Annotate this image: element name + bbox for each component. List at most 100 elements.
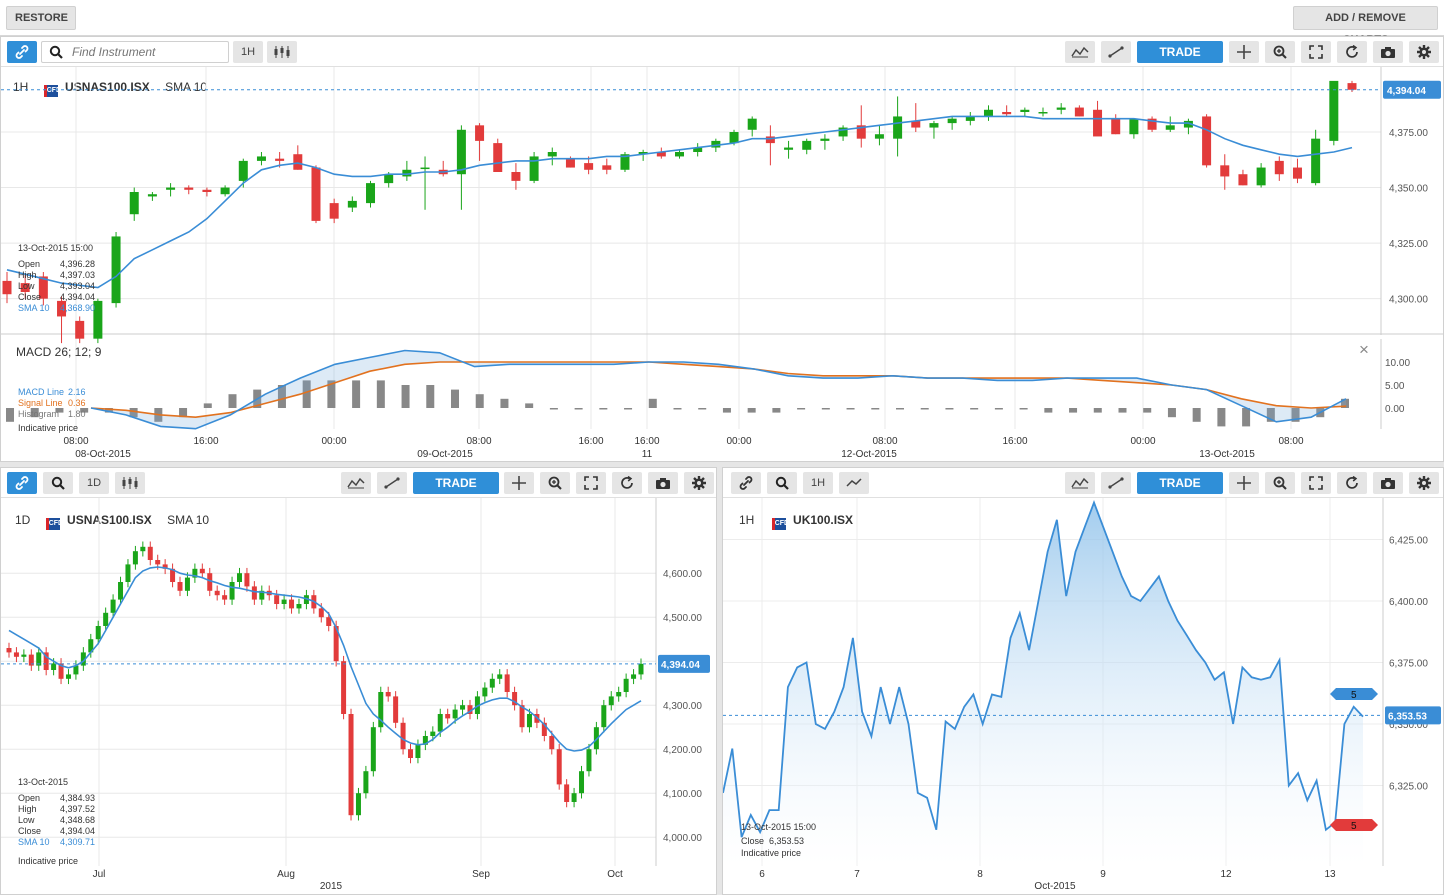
gear-icon — [1417, 45, 1431, 59]
settings-button[interactable] — [684, 472, 714, 494]
interval-button[interactable]: 1H — [803, 472, 833, 494]
bottom-right-price-chart[interactable]: 6,425.006,400.006,375.006,350.006,325.00… — [723, 498, 1444, 895]
info-open: 4,384.93 — [60, 793, 96, 803]
link-icon — [15, 476, 29, 490]
histogram-bar — [1167, 408, 1176, 418]
candle-body — [251, 586, 257, 600]
candle-body — [132, 551, 138, 565]
macd-y-tick-label: 5.00 — [1385, 381, 1405, 392]
link-button[interactable] — [7, 472, 37, 494]
histogram-bar — [426, 385, 435, 408]
candle-body — [385, 692, 391, 697]
search-input[interactable] — [72, 44, 222, 60]
info-open: 4,396.28 — [60, 259, 96, 269]
x-axis-label: Oct — [607, 869, 623, 880]
x-axis-label: 8 — [977, 869, 983, 880]
interval-button[interactable]: 1H — [233, 41, 263, 63]
refresh-button[interactable] — [1337, 41, 1367, 63]
restore-button[interactable]: RESTORE — [6, 6, 76, 30]
fullscreen-button[interactable] — [1301, 472, 1331, 494]
histogram-bar — [648, 398, 657, 408]
y-tick-label: 6,425.00 — [1389, 536, 1428, 547]
screenshot-button[interactable] — [1373, 41, 1403, 63]
x-axis-label: 6 — [759, 869, 765, 880]
candle-body — [184, 577, 190, 591]
buy-badge: 5 — [1351, 690, 1357, 701]
draw-line-button[interactable] — [377, 472, 407, 494]
indicators-button[interactable] — [1065, 41, 1095, 63]
draw-line-button[interactable] — [1101, 472, 1131, 494]
histogram-label: Histogram — [18, 409, 60, 419]
indicators-button[interactable] — [1065, 472, 1095, 494]
search-button[interactable] — [767, 472, 797, 494]
trade-button[interactable]: TRADE — [1137, 472, 1223, 494]
link-button[interactable] — [731, 472, 761, 494]
candle-body — [452, 709, 458, 719]
trade-button[interactable]: TRADE — [1137, 41, 1223, 63]
histogram-bar — [1118, 408, 1127, 413]
histogram-bar — [6, 408, 14, 422]
candle-body — [147, 194, 157, 197]
candle-body — [586, 749, 592, 772]
interval-button[interactable]: 1D — [79, 472, 109, 494]
add-remove-charts-button[interactable]: ADD / REMOVE CHARTS — [1293, 6, 1438, 46]
candle-body — [75, 320, 85, 339]
search-button[interactable] — [43, 472, 73, 494]
zoom-button[interactable] — [540, 472, 570, 494]
zoom-button[interactable] — [1265, 472, 1295, 494]
indicative-label: Indicative price — [741, 848, 802, 858]
chart-type-button[interactable] — [267, 41, 297, 63]
find-instrument-search[interactable] — [41, 41, 229, 63]
expand-icon — [1309, 476, 1323, 490]
screenshot-button[interactable] — [648, 472, 678, 494]
candle-body — [445, 714, 451, 719]
crosshair-icon — [1237, 45, 1251, 59]
candle-body — [155, 560, 161, 565]
x-time-label: 08:00 — [872, 436, 897, 447]
candle-body — [370, 727, 376, 772]
crosshair-button[interactable] — [1229, 472, 1259, 494]
x-time-label: 00:00 — [1130, 436, 1155, 447]
top-price-chart[interactable]: 4,375.00 4,350.00 4,325.00 4,300.00 4,394.04… — [1, 67, 1444, 462]
y-tick-label: 4,000.00 — [663, 833, 702, 844]
histogram-bar — [1242, 408, 1251, 427]
macd-close-icon[interactable]: × — [1359, 340, 1369, 360]
chart-type-button[interactable] — [115, 472, 145, 494]
zoom-in-icon — [1273, 45, 1287, 59]
bottom-left-price-chart[interactable]: 4,600.004,500.004,400.004,300.004,200.00… — [1, 498, 717, 895]
refresh-button[interactable] — [1337, 472, 1367, 494]
chart-type-button[interactable] — [839, 472, 869, 494]
expand-icon — [1309, 45, 1323, 59]
trade-button[interactable]: TRADE — [413, 472, 499, 494]
crosshair-button[interactable] — [504, 472, 534, 494]
x-time-label: 00:00 — [321, 436, 346, 447]
candle-body — [1074, 107, 1084, 117]
link-button[interactable] — [7, 41, 37, 63]
candle-body — [1020, 109, 1030, 112]
screenshot-button[interactable] — [1373, 472, 1403, 494]
candle-body — [504, 674, 510, 692]
draw-line-button[interactable] — [1101, 41, 1131, 63]
settings-button[interactable] — [1409, 472, 1439, 494]
candle-body — [184, 187, 194, 190]
zoom-button[interactable] — [1265, 41, 1295, 63]
fullscreen-button[interactable] — [576, 472, 606, 494]
info-close: 4,394.04 — [60, 826, 96, 836]
settings-button[interactable] — [1409, 41, 1439, 63]
indicators-button[interactable] — [341, 472, 371, 494]
candle-body — [729, 132, 739, 144]
candle-body — [820, 138, 830, 141]
trendline-icon — [1108, 477, 1124, 489]
crosshair-button[interactable] — [1229, 41, 1259, 63]
histogram-bar — [722, 408, 731, 413]
candle-body — [874, 134, 884, 139]
candle-body — [1311, 138, 1321, 184]
refresh-button[interactable] — [612, 472, 642, 494]
candle-body — [947, 118, 957, 124]
fullscreen-button[interactable] — [1301, 41, 1331, 63]
candle-body — [103, 612, 109, 626]
area-fill — [723, 502, 1363, 866]
candle-body — [565, 158, 575, 168]
indicators-icon — [347, 477, 365, 489]
candle-body — [199, 568, 205, 574]
